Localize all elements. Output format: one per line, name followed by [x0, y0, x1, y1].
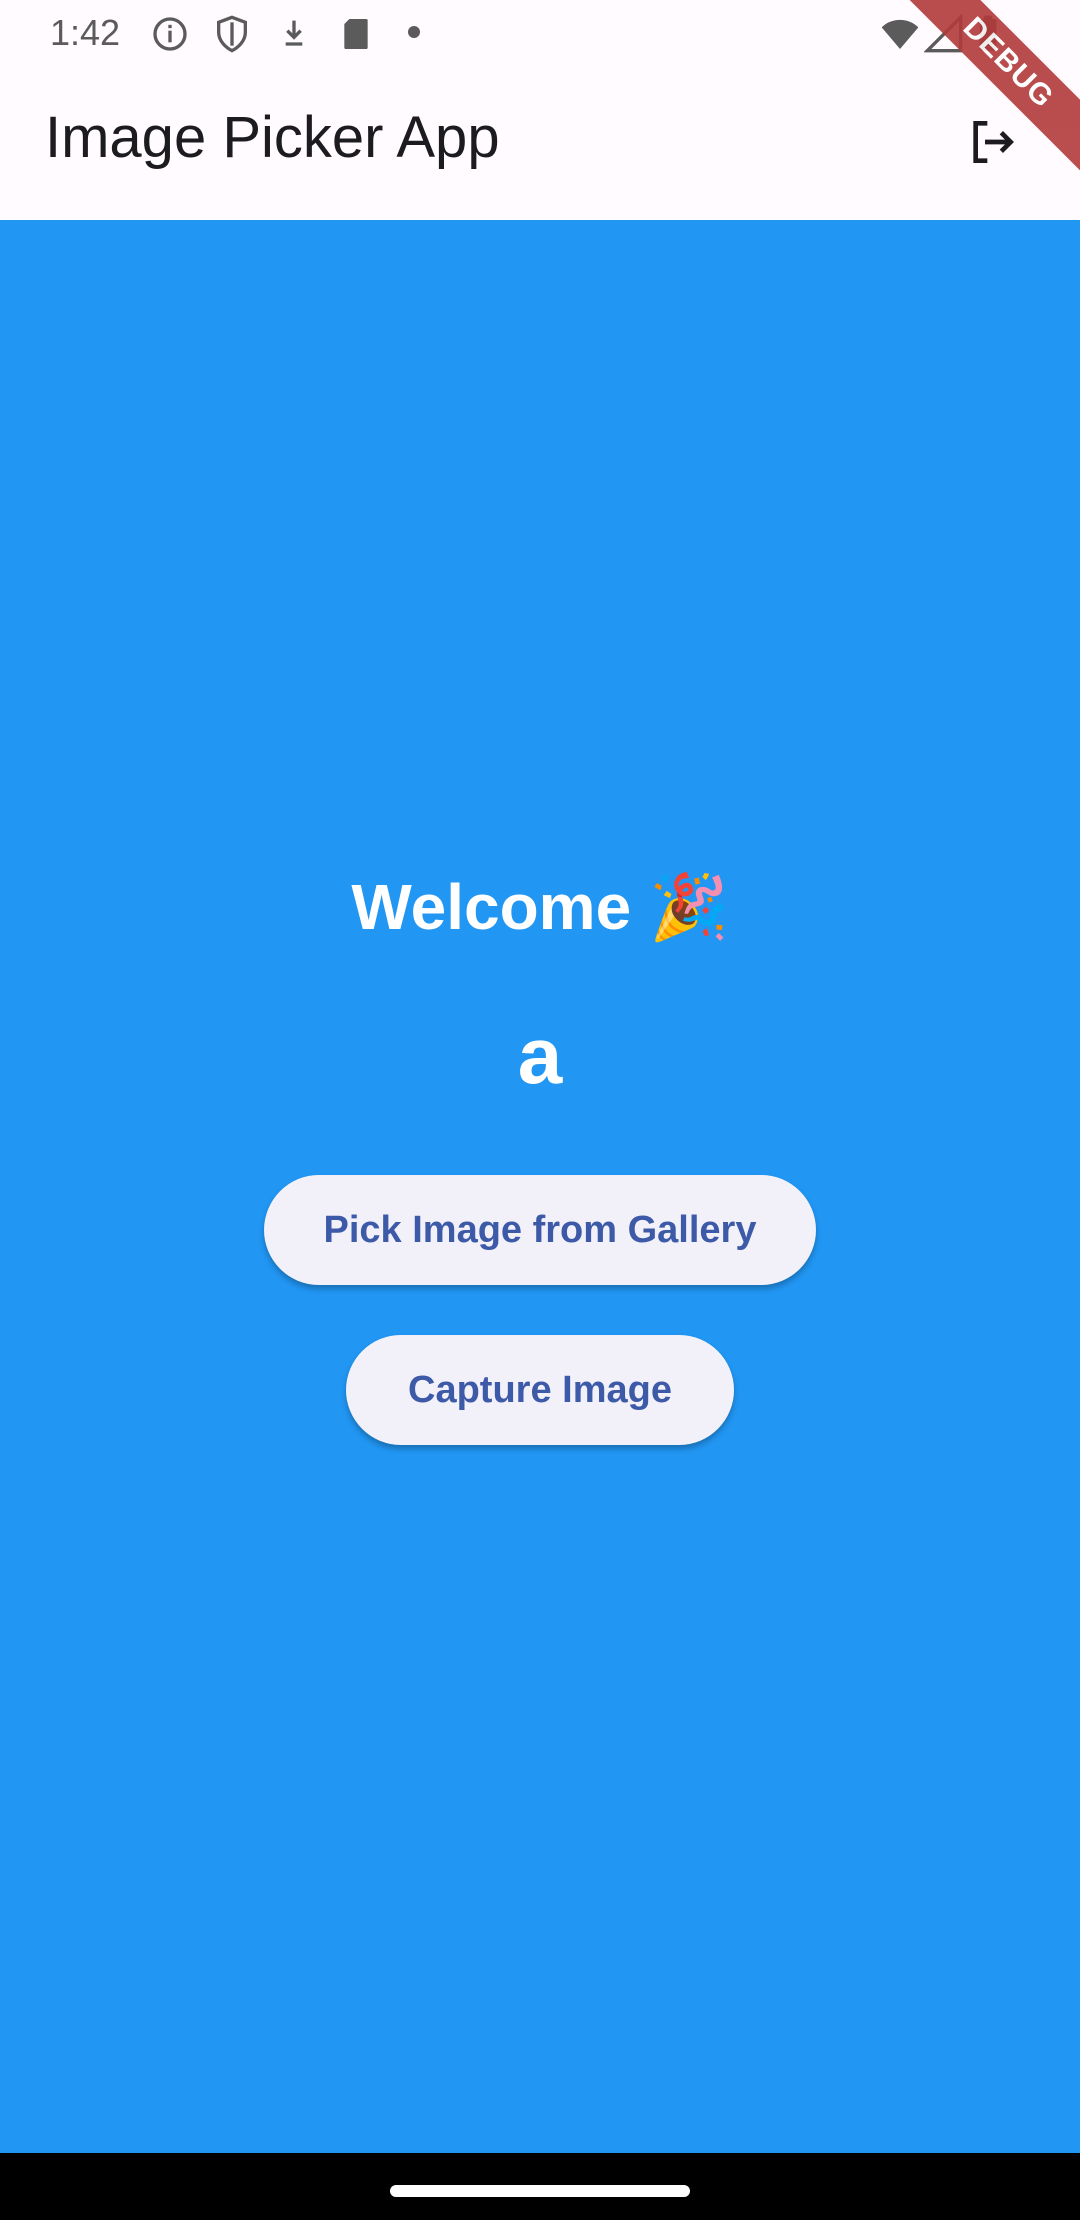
- home-indicator[interactable]: [390, 2185, 690, 2197]
- pick-gallery-button[interactable]: Pick Image from Gallery: [264, 1175, 816, 1285]
- info-icon: [150, 14, 190, 59]
- download-icon: [274, 14, 314, 59]
- status-bar: 1:42: [0, 0, 1080, 64]
- logout-icon: [964, 114, 1020, 175]
- welcome-heading: Welcome 🎉: [351, 871, 729, 943]
- username-label: a: [517, 1011, 563, 1100]
- app-title: Image Picker App: [45, 105, 500, 170]
- shield-icon: [212, 14, 252, 59]
- main-content: Welcome 🎉 a Pick Image from Gallery Capt…: [0, 220, 1080, 2153]
- navigation-bar: [0, 2153, 1080, 2220]
- capture-image-label: Capture Image: [408, 1368, 672, 1411]
- status-time: 1:42: [50, 12, 121, 53]
- app-bar: Image Picker App: [0, 64, 1080, 220]
- capture-image-button[interactable]: Capture Image: [346, 1335, 734, 1445]
- dot-icon: [404, 22, 424, 47]
- pick-gallery-label: Pick Image from Gallery: [323, 1208, 757, 1251]
- sd-card-icon: [336, 14, 376, 59]
- wifi-icon: [878, 14, 922, 59]
